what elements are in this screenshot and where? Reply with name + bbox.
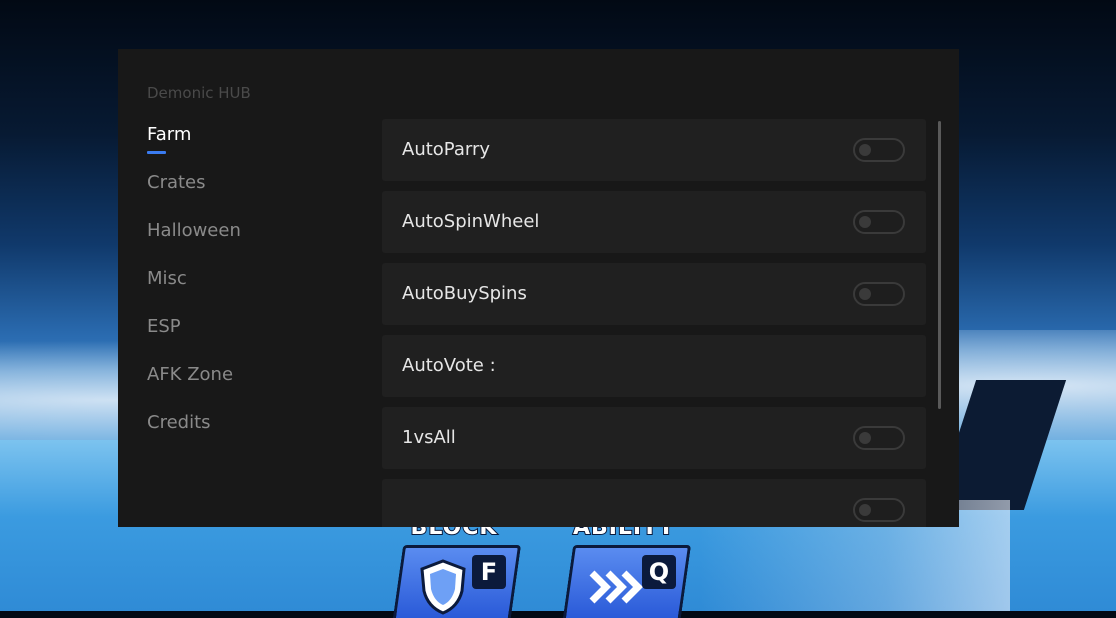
panel-scrollbar[interactable]	[938, 121, 941, 409]
nav-item-crates[interactable]: Crates	[147, 169, 241, 217]
active-tab-indicator	[147, 151, 166, 154]
hub-title: Demonic HUB	[147, 84, 251, 102]
toggle-knob	[859, 144, 871, 156]
block-key-badge: F	[472, 555, 506, 589]
option-label: AutoVote :	[402, 355, 496, 376]
shield-icon	[420, 559, 466, 615]
partial-toggle[interactable]	[853, 498, 905, 522]
nav-item-farm[interactable]: Farm	[147, 121, 241, 169]
ability-key-badge: Q	[642, 555, 676, 589]
nav-item-esp[interactable]: ESP	[147, 313, 241, 361]
nav-item-label: Farm	[147, 124, 192, 145]
nav-item-label: Halloween	[147, 220, 241, 241]
option-row-autovote[interactable]: AutoVote :	[382, 335, 926, 397]
option-row-autoparry: AutoParry	[382, 119, 926, 181]
nav-item-halloween[interactable]: Halloween	[147, 217, 241, 265]
option-label: 1vsAll	[402, 427, 456, 448]
option-label: AutoBuySpins	[402, 283, 527, 304]
option-row-autobuyspins: AutoBuySpins	[382, 263, 926, 325]
toggle-knob	[859, 216, 871, 228]
nav-item-afk-zone[interactable]: AFK Zone	[147, 361, 241, 409]
hub-nav: Farm Crates Halloween Misc ESP AFK Zone …	[147, 121, 241, 457]
option-label: AutoSpinWheel	[402, 211, 540, 232]
options-panel[interactable]: AutoParry AutoSpinWheel AutoBuySpins Aut…	[382, 119, 926, 527]
option-label: AutoParry	[402, 139, 491, 160]
hub-window: Demonic HUB Farm Crates Halloween Misc E…	[118, 49, 959, 527]
1vsall-toggle[interactable]	[853, 426, 905, 450]
toggle-knob	[859, 288, 871, 300]
option-row-partial	[382, 479, 926, 527]
toggle-knob	[859, 504, 871, 516]
ability-button[interactable]: ABILITY Q	[554, 514, 694, 618]
autobuyspins-toggle[interactable]	[853, 282, 905, 306]
option-row-1vsall: 1vsAll	[382, 407, 926, 469]
nav-item-label: ESP	[147, 316, 181, 337]
autospinwheel-toggle[interactable]	[853, 210, 905, 234]
toggle-knob	[859, 432, 871, 444]
nav-item-label: AFK Zone	[147, 364, 234, 385]
nav-item-label: Crates	[147, 172, 206, 193]
nav-item-label: Credits	[147, 412, 211, 433]
block-ability-button[interactable]: BLOCK F	[384, 514, 524, 618]
autoparry-toggle[interactable]	[853, 138, 905, 162]
option-row-autospinwheel: AutoSpinWheel	[382, 191, 926, 253]
nav-item-credits[interactable]: Credits	[147, 409, 241, 457]
nav-item-label: Misc	[147, 268, 187, 289]
dash-arrows-icon	[589, 570, 643, 604]
nav-item-misc[interactable]: Misc	[147, 265, 241, 313]
